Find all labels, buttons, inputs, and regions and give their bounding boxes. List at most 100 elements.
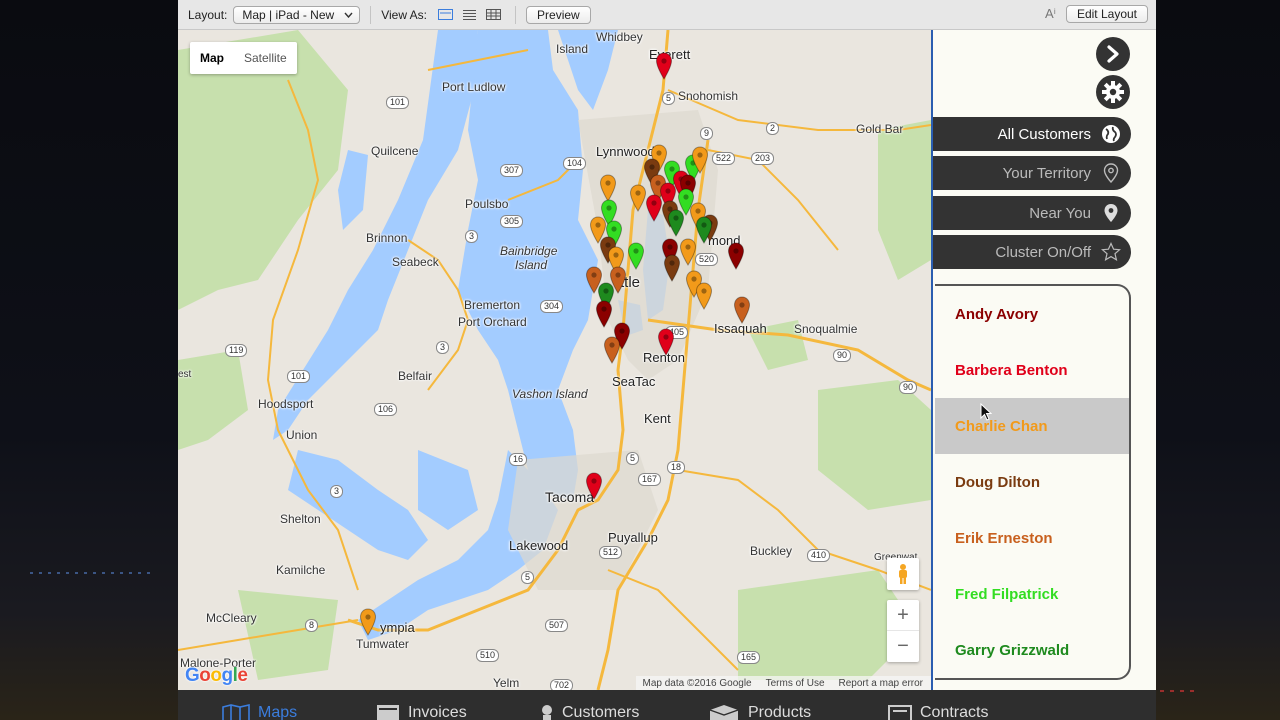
map-label-seatac: SeaTac xyxy=(612,374,656,389)
tab-customers[interactable]: Customers xyxy=(540,690,639,720)
settings-button[interactable] xyxy=(1096,75,1130,109)
cluster-toggle-button[interactable]: Cluster On/Off xyxy=(933,235,1131,269)
map-label-kamilche: Kamilche xyxy=(276,563,326,577)
zoom-in-button[interactable]: + xyxy=(887,600,919,631)
highway-shield: 304 xyxy=(540,300,564,313)
highway-shield: 101 xyxy=(386,96,410,109)
tab-maps[interactable]: Maps xyxy=(222,690,297,720)
customer-map[interactable]: Whidbey Island Everett Snohomish Port Lu… xyxy=(178,30,931,690)
zoom-control: + − xyxy=(887,600,919,662)
map-label-poulsbo: Poulsbo xyxy=(465,197,509,211)
tab-contracts[interactable]: Contracts xyxy=(888,690,988,720)
text-format-icon[interactable]: Aⁱ xyxy=(1045,6,1056,22)
highway-shield: 702 xyxy=(550,679,574,690)
highway-shield: 8 xyxy=(305,619,319,632)
customer-map-pin[interactable] xyxy=(727,242,745,270)
street-view-pegman[interactable] xyxy=(887,558,919,590)
tab-invoices-label: Invoices xyxy=(408,704,467,720)
view-as-form-button[interactable] xyxy=(433,6,457,24)
customer-list-item[interactable]: Erik Erneston xyxy=(935,510,1129,566)
customer-map-pin[interactable] xyxy=(695,282,713,310)
view-as-list-button[interactable] xyxy=(457,6,481,24)
highway-shield: 3 xyxy=(330,485,344,498)
zoom-out-button[interactable]: − xyxy=(887,631,919,662)
tab-products[interactable]: Products xyxy=(708,690,811,720)
report-map-error-link[interactable]: Report a map error xyxy=(839,678,923,689)
all-customers-label: All Customers xyxy=(997,125,1091,143)
map-label-olympia: ympia xyxy=(380,620,415,635)
map-label-shelton: Shelton xyxy=(280,512,321,526)
highway-shield: 165 xyxy=(737,651,761,664)
layout-toolbar: Layout: Map | iPad - New View As: Previe… xyxy=(178,0,1156,30)
customer-map-pin[interactable] xyxy=(691,146,709,174)
map-type-control: Map Satellite xyxy=(190,42,297,74)
map-label-snoqualmie: Snoqualmie xyxy=(794,322,858,336)
map-label-lakewood: Lakewood xyxy=(509,538,569,553)
highway-shield: 507 xyxy=(545,619,569,632)
customer-map-pin[interactable] xyxy=(733,296,751,324)
customer-map-pin[interactable] xyxy=(667,209,685,237)
map-label-union: Union xyxy=(286,428,318,442)
your-territory-button[interactable]: Your Territory xyxy=(933,156,1131,190)
map-type-map-button[interactable]: Map xyxy=(190,42,234,74)
customer-map-pin[interactable] xyxy=(585,472,603,500)
customer-map-pin[interactable] xyxy=(679,238,697,266)
customer-map-pin[interactable] xyxy=(599,174,617,202)
map-label-puyallup: Puyallup xyxy=(608,530,658,545)
map-type-satellite-button[interactable]: Satellite xyxy=(234,42,297,74)
customer-list-item[interactable]: Doug Dilton xyxy=(935,454,1129,510)
map-data-text: Map data ©2016 Google xyxy=(642,677,752,689)
customer-map-pin[interactable] xyxy=(663,254,681,282)
highway-shield: 522 xyxy=(712,152,736,165)
tab-maps-label: Maps xyxy=(258,704,298,720)
customer-list-item[interactable]: Andy Avory xyxy=(935,286,1129,342)
map-label-island: Island xyxy=(515,258,548,272)
all-customers-button[interactable]: All Customers xyxy=(933,117,1131,151)
map-label-west: est xyxy=(178,369,192,380)
map-icon xyxy=(222,704,250,720)
location-pin-icon xyxy=(1101,163,1121,183)
table-view-icon xyxy=(485,9,501,20)
customer-map-pin[interactable] xyxy=(657,328,675,356)
preview-button[interactable]: Preview xyxy=(526,5,591,24)
customer-list[interactable]: Andy Avory Barbera Benton Charlie Chan Doug… xyxy=(935,284,1131,680)
layout-select[interactable]: Map | iPad - New xyxy=(233,5,361,24)
forward-button[interactable] xyxy=(1096,37,1130,71)
toolbar-divider xyxy=(370,5,372,24)
chevron-down-icon xyxy=(344,12,353,18)
bottom-tab-bar: Maps Invoices Customers Products Contrac… xyxy=(178,690,1156,720)
highway-shield: 5 xyxy=(521,571,535,584)
highway-shield: 16 xyxy=(509,453,528,466)
highway-shield: 5 xyxy=(626,452,640,465)
customer-map-pin[interactable] xyxy=(627,242,645,270)
customer-map-pin[interactable] xyxy=(603,336,621,364)
highway-shield: 119 xyxy=(225,344,248,357)
customer-list-item[interactable]: Garry Grizzwald xyxy=(935,622,1129,678)
box-icon xyxy=(709,705,739,720)
map-label-port-orchard: Port Orchard xyxy=(458,315,527,329)
highway-shield: 101 xyxy=(287,370,311,383)
background-lights xyxy=(30,572,150,574)
view-as-table-button[interactable] xyxy=(481,6,505,24)
customer-list-item[interactable]: Charlie Chan xyxy=(935,398,1129,454)
customer-map-pin[interactable] xyxy=(695,216,713,244)
customer-map-pin[interactable] xyxy=(595,300,613,328)
map-label-bainbridge: Bainbridge xyxy=(500,244,558,258)
terms-of-use-link[interactable]: Terms of Use xyxy=(766,678,825,689)
map-label-tumwater: Tumwater xyxy=(356,637,409,651)
form-view-icon xyxy=(437,9,453,20)
layout-select-value: Map | iPad - New xyxy=(242,7,335,22)
customer-map-pin[interactable] xyxy=(359,608,377,636)
customer-list-item[interactable]: Fred Filpatrick xyxy=(935,566,1129,622)
map-base xyxy=(178,30,931,690)
near-you-button[interactable]: Near You xyxy=(933,196,1131,230)
highway-shield: 3 xyxy=(465,230,479,243)
customer-list-item[interactable]: Barbera Benton xyxy=(935,342,1129,398)
tab-invoices[interactable]: Invoices xyxy=(376,690,467,720)
map-label-quilcene: Quilcene xyxy=(371,144,419,158)
edit-layout-button[interactable]: Edit Layout xyxy=(1065,5,1148,23)
highway-shield: 307 xyxy=(500,164,524,177)
highway-shield: 18 xyxy=(667,461,686,474)
chevron-right-icon xyxy=(1107,45,1119,63)
customer-map-pin[interactable] xyxy=(655,52,673,80)
